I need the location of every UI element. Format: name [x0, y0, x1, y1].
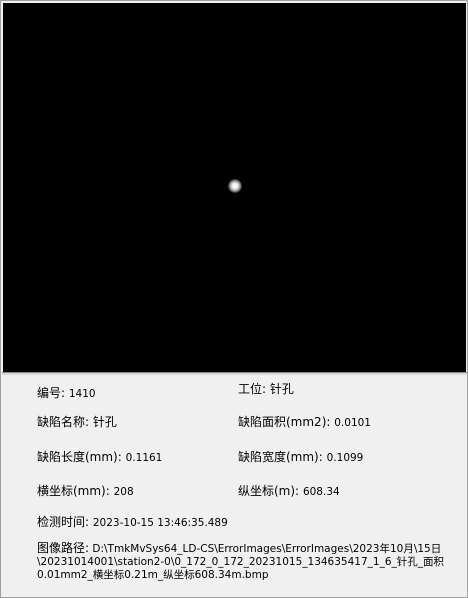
- detect-time-value: 2023-10-15 13:46:35.489: [92, 517, 228, 529]
- image-path-field: 图像路径: D:\TmkMvSys64_LD-CS\ErrorImages\Er…: [37, 542, 457, 582]
- image-path-label: 图像路径:: [37, 541, 90, 555]
- defect-name-field: 缺陷名称: 针孔: [37, 415, 117, 429]
- defect-spot: [228, 179, 242, 193]
- defect-width-label: 缺陷宽度(mm):: [238, 450, 323, 464]
- y-coord-value: 608.34: [302, 486, 340, 498]
- detect-time-label: 检测时间:: [37, 515, 90, 529]
- id-field: 编号: 1410: [37, 386, 96, 401]
- y-coord-label: 纵坐标(m):: [238, 484, 300, 498]
- defect-image-viewer[interactable]: [3, 3, 466, 372]
- x-coord-value: 208: [113, 486, 134, 498]
- defect-name-label: 缺陷名称:: [37, 415, 90, 429]
- defect-area-label: 缺陷面积(mm2):: [238, 415, 331, 429]
- defect-info-panel: 编号: 1410 工位: 针孔 缺陷名称: 针孔 缺陷面积(mm2): 0.01…: [1, 375, 467, 597]
- x-coord-field: 横坐标(mm): 208: [37, 484, 134, 499]
- defect-length-field: 缺陷长度(mm): 0.1161: [37, 450, 162, 465]
- image-path-line-3: 0.01mm2_横坐标0.21m_纵坐标608.34m.bmp: [37, 569, 269, 581]
- defect-area-value: 0.0101: [334, 417, 371, 429]
- defect-width-value: 0.1099: [326, 452, 364, 464]
- x-coord-label: 横坐标(mm):: [37, 484, 110, 498]
- y-coord-field: 纵坐标(m): 608.34: [238, 484, 340, 499]
- station-value: 针孔: [269, 382, 294, 396]
- defect-width-field: 缺陷宽度(mm): 0.1099: [238, 450, 363, 465]
- station-label: 工位:: [238, 382, 267, 396]
- defect-length-label: 缺陷长度(mm):: [37, 450, 122, 464]
- id-value: 1410: [68, 388, 96, 400]
- station-field: 工位: 针孔: [238, 382, 294, 396]
- detect-time-field: 检测时间: 2023-10-15 13:46:35.489: [37, 515, 228, 530]
- defect-detail-window: 编号: 1410 工位: 针孔 缺陷名称: 针孔 缺陷面积(mm2): 0.01…: [0, 0, 468, 598]
- id-label: 编号:: [37, 386, 66, 400]
- image-path-line-2: \20231014001\station2-0\0_172_0_172_2023…: [37, 556, 445, 568]
- defect-length-value: 0.1161: [125, 452, 163, 464]
- defect-area-field: 缺陷面积(mm2): 0.0101: [238, 415, 371, 430]
- image-path-line-1: D:\TmkMvSys64_LD-CS\ErrorImages\ErrorIma…: [92, 543, 442, 555]
- defect-name-value: 针孔: [92, 415, 117, 429]
